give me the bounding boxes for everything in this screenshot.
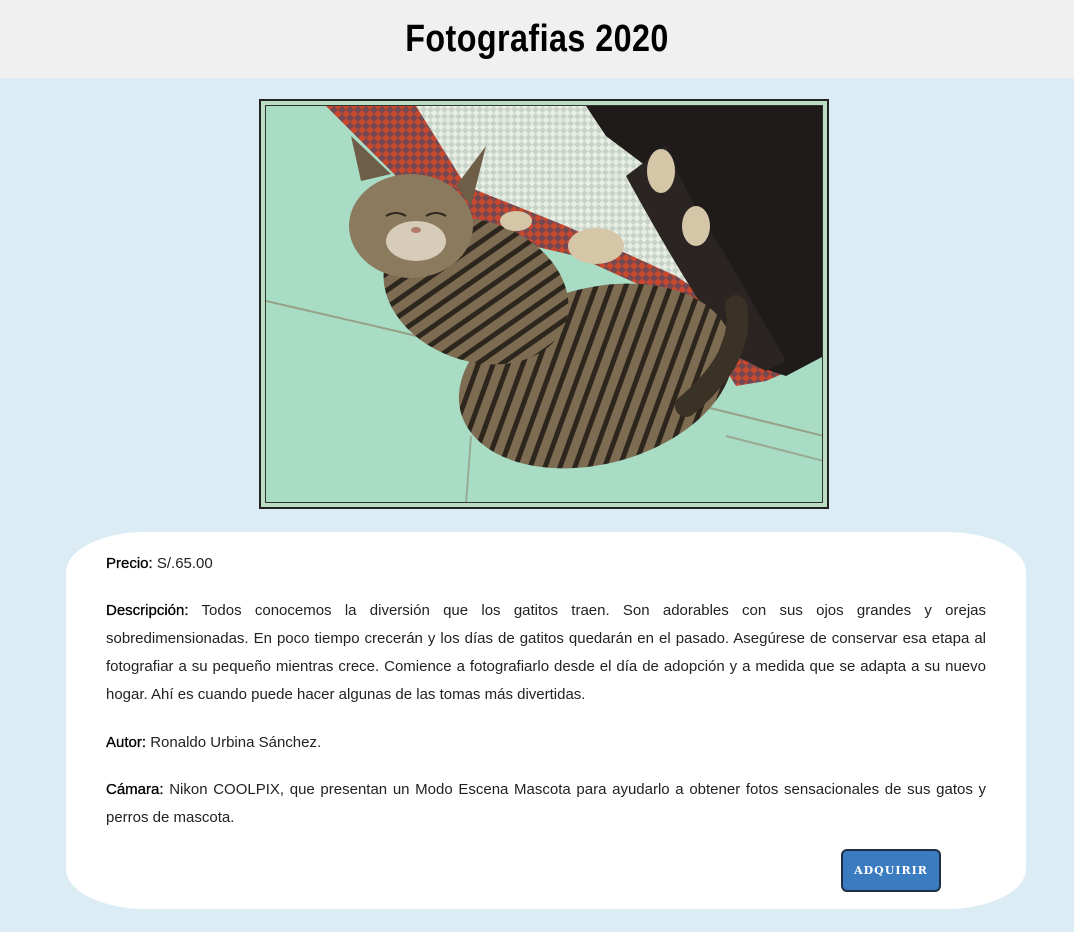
author-label: Autor: <box>106 734 147 751</box>
photo-frame <box>259 99 829 509</box>
author-value: Ronaldo Urbina Sánchez. <box>150 734 322 751</box>
price-value: S/.65.00 <box>156 555 213 572</box>
author-row: Autor: Ronaldo Urbina Sánchez. <box>106 729 986 757</box>
page-title: Fotografias 2020 <box>405 17 669 60</box>
buy-button[interactable]: ADQUIRIR <box>841 849 941 892</box>
description-value: Todos conocemos la diversión que los gat… <box>106 602 986 703</box>
camera-value: Nikon COOLPIX, que presentan un Modo Esc… <box>106 781 986 826</box>
page-header: Fotografias 2020 <box>0 0 1074 78</box>
description-row: Descripción: Todos conocemos la diversió… <box>106 597 986 709</box>
camera-row: Cámara: Nikon COOLPIX, que presentan un … <box>106 776 986 832</box>
price-row: Precio: S/.65.00 <box>106 550 986 578</box>
kitten-photo <box>265 105 823 503</box>
description-label: Descripción: <box>106 602 189 619</box>
price-label: Precio: <box>106 555 153 572</box>
camera-label: Cámara: <box>106 781 164 798</box>
photo-details-card: Precio: S/.65.00 Descripción: Todos cono… <box>66 532 1026 909</box>
